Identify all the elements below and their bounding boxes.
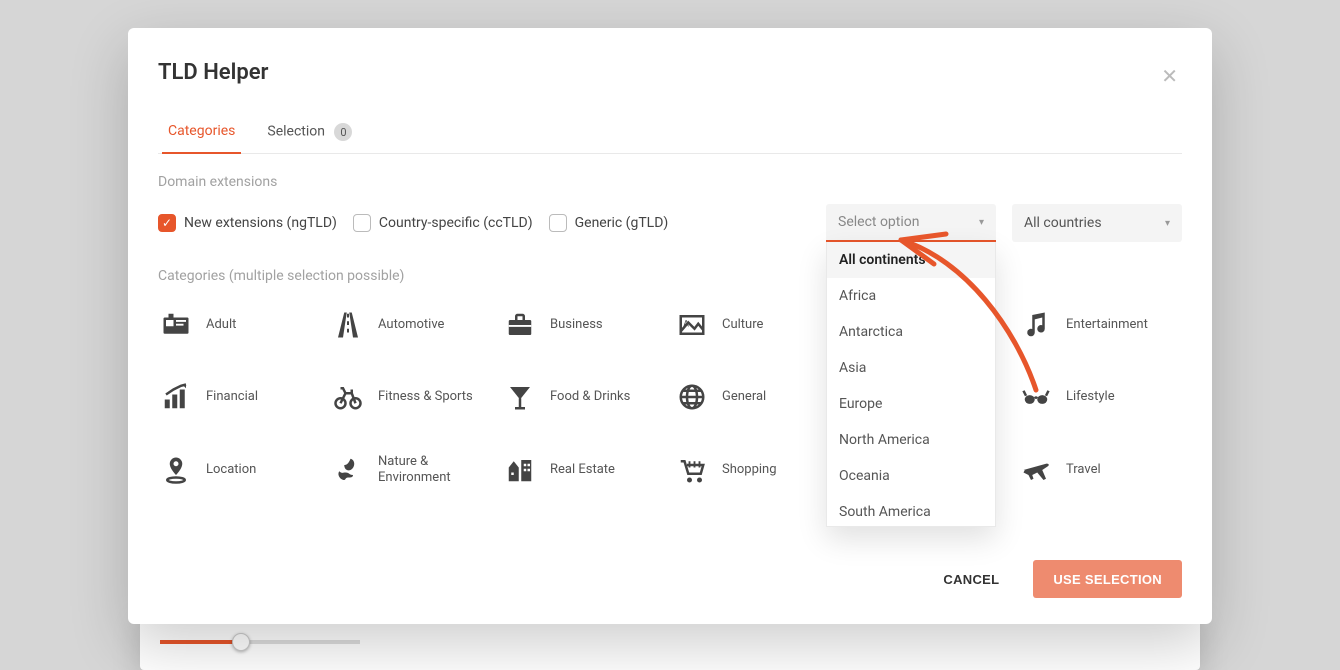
globe-icon — [674, 382, 710, 412]
svg-text:A: A — [683, 319, 689, 329]
continent-select-box[interactable]: Select option ▾ — [826, 204, 996, 242]
section-label-extensions: Domain extensions — [158, 174, 1182, 190]
close-button[interactable]: ✕ — [1157, 60, 1182, 93]
checkbox-icon — [353, 214, 371, 232]
filters-row: ✓ New extensions (ngTLD) Country-specifi… — [158, 204, 1182, 242]
slider-fill — [160, 640, 240, 644]
category-label: Travel — [1066, 462, 1101, 478]
chevron-down-icon: ▾ — [979, 217, 984, 228]
tab-selection[interactable]: Selection 0 — [265, 113, 354, 153]
category-financial[interactable]: Financial — [158, 378, 322, 416]
category-label: Real Estate — [550, 462, 615, 478]
modal-header: TLD Helper ✕ — [158, 60, 1182, 93]
slider-handle[interactable] — [232, 633, 250, 651]
category-entertainment[interactable]: Entertainment — [1018, 306, 1182, 344]
continent-option[interactable]: Oceania — [827, 458, 995, 494]
tab-label: Selection — [267, 124, 325, 140]
id-card-icon — [158, 310, 194, 340]
buildings-icon — [502, 455, 538, 485]
checkbox-cctld[interactable]: Country-specific (ccTLD) — [353, 214, 533, 232]
category-label: Business — [550, 317, 603, 333]
category-label: Location — [206, 462, 256, 478]
continent-select-placeholder: Select option — [838, 214, 920, 230]
category-label: General — [722, 389, 766, 405]
continent-dropdown: All continents Africa Antarctica Asia Eu… — [826, 242, 996, 527]
cancel-button[interactable]: CANCEL — [923, 560, 1019, 598]
continent-option[interactable]: All continents — [827, 242, 995, 278]
category-real-estate[interactable]: Real Estate — [502, 450, 666, 489]
category-grid: Adult Automotive Business A Culture Educ… — [158, 306, 1182, 489]
category-label: Automotive — [378, 317, 444, 333]
category-label: Shopping — [722, 462, 777, 478]
music-note-icon — [1018, 310, 1054, 340]
checkbox-gtld[interactable]: Generic (gTLD) — [549, 214, 669, 232]
continent-option[interactable]: Europe — [827, 386, 995, 422]
country-select-box[interactable]: All countries ▾ — [1012, 204, 1182, 242]
airplane-icon — [1018, 455, 1054, 485]
continent-option[interactable]: South America — [827, 494, 995, 527]
sunglasses-icon — [1018, 382, 1054, 412]
map-pin-icon — [158, 455, 194, 485]
category-label: Entertainment — [1066, 317, 1148, 333]
category-location[interactable]: Location — [158, 450, 322, 489]
category-label: Food & Drinks — [550, 389, 630, 405]
category-label: Culture — [722, 317, 763, 333]
checkbox-icon — [549, 214, 567, 232]
category-label: Lifestyle — [1066, 389, 1115, 405]
country-select[interactable]: All countries ▾ — [1012, 204, 1182, 242]
close-icon: ✕ — [1161, 66, 1178, 88]
briefcase-icon — [502, 310, 538, 340]
category-lifestyle[interactable]: Lifestyle — [1018, 378, 1182, 416]
shopping-cart-icon — [674, 455, 710, 485]
painting-icon: A — [674, 310, 710, 340]
category-automotive[interactable]: Automotive — [330, 306, 494, 344]
checkbox-icon: ✓ — [158, 214, 176, 232]
continent-select[interactable]: Select option ▾ All continents Africa An… — [826, 204, 996, 242]
checkbox-ngtld[interactable]: ✓ New extensions (ngTLD) — [158, 214, 337, 232]
leaf-hand-icon — [330, 455, 366, 485]
section-label-categories: Categories (multiple selection possible) — [158, 268, 1182, 284]
category-culture[interactable]: A Culture — [674, 306, 838, 344]
category-shopping[interactable]: Shopping — [674, 450, 838, 489]
tld-helper-modal: TLD Helper ✕ Categories Selection 0 Doma… — [128, 28, 1212, 624]
category-label: Financial — [206, 389, 258, 405]
category-travel[interactable]: Travel — [1018, 450, 1182, 489]
category-food-drinks[interactable]: Food & Drinks — [502, 378, 666, 416]
category-adult[interactable]: Adult — [158, 306, 322, 344]
continent-option[interactable]: North America — [827, 422, 995, 458]
checkbox-label: Generic (gTLD) — [575, 215, 669, 231]
tab-bar: Categories Selection 0 — [158, 113, 1182, 154]
category-label: Adult — [206, 317, 236, 333]
use-selection-button[interactable]: USE SELECTION — [1033, 560, 1182, 598]
category-business[interactable]: Business — [502, 306, 666, 344]
continent-option[interactable]: Antarctica — [827, 314, 995, 350]
chevron-down-icon: ▾ — [1165, 218, 1170, 229]
category-general[interactable]: General — [674, 378, 838, 416]
checkbox-label: New extensions (ngTLD) — [184, 215, 337, 231]
slider-track — [160, 640, 360, 644]
category-fitness-sports[interactable]: Fitness & Sports — [330, 378, 494, 416]
continent-option[interactable]: Asia — [827, 350, 995, 386]
modal-footer: CANCEL USE SELECTION — [158, 544, 1182, 598]
tab-categories[interactable]: Categories — [166, 113, 237, 153]
tab-selection-badge: 0 — [334, 123, 352, 141]
continent-option[interactable]: Africa — [827, 278, 995, 314]
country-select-value: All countries — [1024, 215, 1102, 231]
category-nature-environment[interactable]: Nature & Environment — [330, 450, 494, 489]
modal-title: TLD Helper — [158, 60, 268, 85]
tab-label: Categories — [168, 123, 235, 139]
cocktail-icon — [502, 382, 538, 412]
road-icon — [330, 310, 366, 340]
category-label: Fitness & Sports — [378, 389, 473, 405]
bar-chart-icon — [158, 382, 194, 412]
checkbox-label: Country-specific (ccTLD) — [379, 215, 533, 231]
bicycle-icon — [330, 382, 366, 412]
category-label: Nature & Environment — [378, 454, 494, 485]
